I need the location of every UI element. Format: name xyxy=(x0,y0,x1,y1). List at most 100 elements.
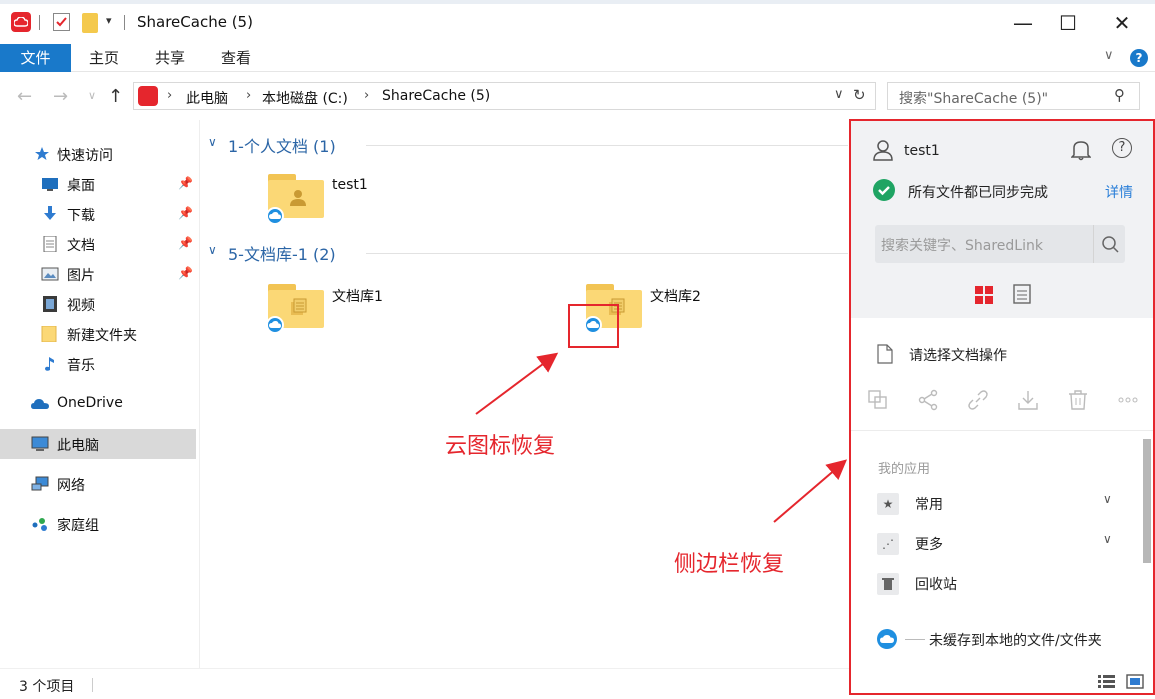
group-header-library[interactable]: ∨ 5-文档库-1 (2) xyxy=(208,241,848,265)
cloud-sync-icon xyxy=(877,629,897,649)
pin-icon[interactable]: 📌 xyxy=(178,176,193,190)
onedrive-cloud-icon xyxy=(31,399,49,409)
music-note-icon xyxy=(45,357,54,371)
sidebar-search-box[interactable]: 搜索关键字、SharedLink xyxy=(875,225,1125,263)
app-cloud-icon[interactable] xyxy=(11,12,31,32)
refresh-icon[interactable]: ↻ xyxy=(853,86,866,104)
view-toggle xyxy=(1098,674,1144,689)
minimize-button[interactable]: — xyxy=(1008,10,1038,36)
nav-item-onedrive[interactable]: OneDrive xyxy=(0,389,196,419)
nav-label: 网络 xyxy=(57,478,85,494)
nav-item-this-pc[interactable]: 此电脑 xyxy=(0,429,196,459)
search-input[interactable]: 搜索"ShareCache (5)" xyxy=(899,88,1048,108)
breadcrumb-local-disk[interactable]: 本地磁盘 (C:) xyxy=(262,88,348,108)
app-item-more[interactable]: ⋰ 更多 ∨ xyxy=(877,531,1125,557)
sidebar-divider xyxy=(851,430,1153,431)
recent-locations-chevron-icon[interactable]: ∨ xyxy=(88,89,96,102)
doc-operation-prompt: 请选择文档操作 xyxy=(909,348,1007,364)
nav-item-new-folder[interactable]: 新建文件夹 xyxy=(0,319,196,349)
nav-item-quick-access[interactable]: 快速访问 xyxy=(0,139,196,169)
ribbon: 文件 主页 共享 查看 ∨ ? xyxy=(0,44,1155,72)
sidebar-scrollbar[interactable] xyxy=(1143,439,1151,563)
search-box[interactable]: 搜索"ShareCache (5)" ⚲ xyxy=(887,82,1140,110)
breadcrumb-chevron-icon[interactable]: › xyxy=(364,88,369,103)
homegroup-icon xyxy=(32,518,47,531)
item-name[interactable]: test1 xyxy=(332,177,368,193)
nav-item-desktop[interactable]: 桌面 📌 xyxy=(0,169,196,199)
nav-item-music[interactable]: 音乐 xyxy=(0,349,196,379)
group-divider xyxy=(366,253,848,254)
status-bar: 3 个项目 xyxy=(0,668,849,699)
address-dropdown-icon[interactable]: ∨ xyxy=(834,87,844,102)
forward-arrow-icon[interactable]: → xyxy=(53,86,68,107)
search-icon[interactable]: ⚲ xyxy=(1114,86,1125,104)
app-item-recycle-bin[interactable]: 回收站 xyxy=(877,571,1125,597)
breadcrumb-chevron-icon[interactable]: › xyxy=(246,88,251,103)
app-item-favorites[interactable]: ★ 常用 ∨ xyxy=(877,491,1125,517)
details-view-icon[interactable] xyxy=(1098,675,1115,688)
group-header-personal[interactable]: ∨ 1-个人文档 (1) xyxy=(208,133,848,157)
nav-label: 此电脑 xyxy=(57,438,99,454)
nav-item-downloads[interactable]: 下载 📌 xyxy=(0,199,196,229)
nav-item-pictures[interactable]: 图片 📌 xyxy=(0,259,196,289)
nav-item-network[interactable]: 网络 xyxy=(0,469,196,499)
back-arrow-icon[interactable]: ← xyxy=(17,86,32,107)
person-icon xyxy=(290,190,306,206)
pin-icon[interactable]: 📌 xyxy=(178,266,193,280)
properties-check-icon[interactable] xyxy=(53,13,70,31)
large-icons-view-icon[interactable] xyxy=(1126,674,1144,689)
download-icon[interactable] xyxy=(1017,389,1039,411)
help-icon[interactable]: ? xyxy=(1130,49,1148,67)
address-bar[interactable]: › 此电脑 › 本地磁盘 (C:) › ShareCache (5) ∨ ↻ xyxy=(133,82,876,110)
location-cloud-icon xyxy=(138,86,158,106)
link-icon[interactable] xyxy=(967,389,989,411)
chevron-down-icon[interactable]: ∨ xyxy=(1103,492,1112,506)
details-link[interactable]: 详情 xyxy=(1105,182,1133,202)
taskbar-strip xyxy=(0,0,1155,4)
trash-icon xyxy=(877,573,899,595)
delete-icon[interactable] xyxy=(1067,389,1089,411)
tab-home[interactable]: 主页 xyxy=(78,44,130,72)
breadcrumb-this-pc[interactable]: 此电脑 xyxy=(186,88,228,108)
tab-view[interactable]: 查看 xyxy=(210,44,262,72)
tab-share[interactable]: 共享 xyxy=(144,44,196,72)
breadcrumb-sharecache[interactable]: ShareCache (5) xyxy=(382,88,490,104)
window-title: ShareCache (5) xyxy=(137,13,253,31)
pin-icon[interactable]: 📌 xyxy=(178,206,193,220)
tab-file[interactable]: 文件 xyxy=(0,44,71,72)
nav-item-videos[interactable]: 视频 xyxy=(0,289,196,319)
group-divider xyxy=(366,145,848,146)
chevron-down-icon[interactable]: ∨ xyxy=(1103,532,1112,546)
nav-label: 家庭组 xyxy=(57,518,99,534)
pin-icon[interactable]: 📌 xyxy=(178,236,193,250)
nav-item-homegroup[interactable]: 家庭组 xyxy=(0,509,196,539)
nav-item-documents[interactable]: 文档 📌 xyxy=(0,229,196,259)
new-folder-icon[interactable] xyxy=(82,13,98,33)
ribbon-expand-chevron-icon[interactable]: ∨ xyxy=(1104,48,1114,63)
item-name[interactable]: 文档库2 xyxy=(650,286,701,306)
sync-sidebar: test1 ? 所有文件都已同步完成 详情 搜索关键字、SharedLink 请… xyxy=(849,119,1155,695)
search-icon[interactable] xyxy=(1093,225,1125,263)
sidebar-search-input[interactable]: 搜索关键字、SharedLink xyxy=(881,235,1043,255)
more-options-icon[interactable] xyxy=(1117,389,1139,411)
grid-view-icon[interactable] xyxy=(975,286,993,304)
chevron-down-icon[interactable]: ∨ xyxy=(208,135,217,149)
chevron-down-icon[interactable]: ∨ xyxy=(208,243,217,257)
file-list: ∨ 1-个人文档 (1) test1 ∨ 5-文档库-1 (2) 文档库1 文档… xyxy=(200,120,848,668)
close-button[interactable]: ✕ xyxy=(1107,10,1137,36)
nav-label: 新建文件夹 xyxy=(67,328,137,344)
quick-access-dropdown-icon[interactable]: ▾ xyxy=(106,14,112,27)
item-name[interactable]: 文档库1 xyxy=(332,286,383,306)
annotation-sidebar-restored: 侧边栏恢复 xyxy=(674,552,785,577)
share-icon[interactable] xyxy=(917,389,939,411)
help-icon[interactable]: ? xyxy=(1112,138,1132,158)
bell-icon[interactable] xyxy=(1071,139,1091,161)
list-view-icon[interactable] xyxy=(1013,284,1031,304)
title-separator xyxy=(124,15,125,30)
up-arrow-icon[interactable]: ↑ xyxy=(108,86,123,107)
desktop-icon xyxy=(42,178,58,191)
document-icon xyxy=(877,344,893,364)
breadcrumb-chevron-icon[interactable]: › xyxy=(167,88,172,103)
copy-icon[interactable] xyxy=(867,389,889,411)
maximize-button[interactable]: ☐ xyxy=(1053,10,1083,36)
